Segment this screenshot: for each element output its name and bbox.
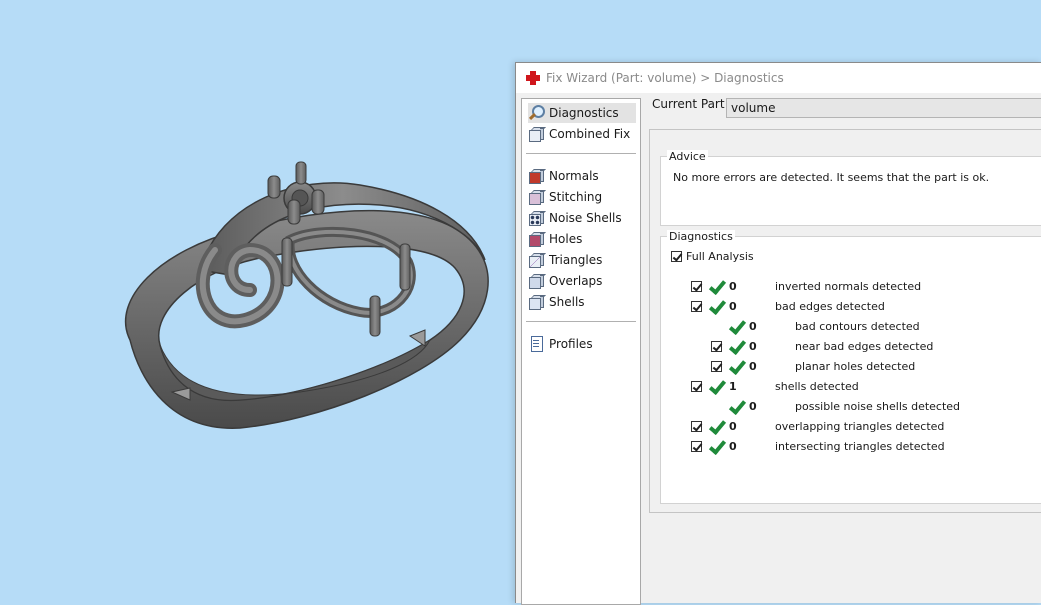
bad-edges-checkbox[interactable]	[691, 301, 702, 312]
row-count: 0	[729, 280, 737, 293]
nav-item-combined-fix[interactable]: Combined Fix	[528, 124, 636, 144]
nav-item-label: Overlaps	[549, 274, 603, 288]
stitching-icon	[528, 189, 546, 205]
row-label: overlapping triangles detected	[775, 420, 945, 433]
nav-item-triangles[interactable]: Triangles	[528, 250, 636, 270]
nav-item-label: Combined Fix	[549, 127, 631, 141]
shells-checkbox[interactable]	[691, 381, 702, 392]
row-label: bad edges detected	[775, 300, 885, 313]
nav-item-holes[interactable]: Holes	[528, 229, 636, 249]
nav-item-overlaps[interactable]: Overlaps	[528, 271, 636, 291]
diagnostics-group: Diagnostics Full Analysis 0 inverted nor…	[660, 230, 1041, 504]
overlaps-icon	[528, 273, 546, 289]
shells-icon	[528, 294, 546, 310]
row-count: 0	[749, 340, 757, 353]
row-label: inverted normals detected	[775, 280, 922, 293]
title-bar: Fix Wizard (Part: volume) > Diagnostics	[516, 63, 1041, 93]
nav-item-label: Stitching	[549, 190, 603, 204]
ok-check-icon	[709, 439, 723, 454]
row-count: 0	[749, 400, 757, 413]
row-count: 0	[749, 320, 757, 333]
triangles-icon	[528, 252, 546, 268]
ok-check-icon	[709, 379, 723, 394]
row-label: planar holes detected	[795, 360, 916, 373]
normals-icon	[528, 168, 546, 184]
advice-title: Advice	[667, 150, 708, 163]
ok-check-icon	[729, 339, 743, 354]
overlapping-triangles-checkbox[interactable]	[691, 421, 702, 432]
row-count: 1	[729, 380, 737, 393]
nav-item-diagnostics[interactable]: Diagnostics	[528, 103, 636, 123]
diagnostics-panel: Advice No more errors are detected. It s…	[649, 129, 1041, 513]
red-cross-app-icon	[526, 71, 540, 85]
current-part-value: volume	[731, 101, 776, 115]
fix-wizard-nav: Diagnostics Combined Fix Normals Stitchi…	[521, 98, 641, 605]
row-count: 0	[729, 300, 737, 313]
window-title: Fix Wizard (Part: volume) > Diagnostics	[546, 71, 784, 85]
noise-shells-icon	[528, 210, 546, 226]
advice-group: Advice No more errors are detected. It s…	[660, 150, 1041, 226]
full-analysis-checkbox[interactable]	[671, 251, 682, 262]
nav-item-label: Shells	[549, 295, 585, 309]
nav-item-label: Holes	[549, 232, 583, 246]
fix-wizard-window: Fix Wizard (Part: volume) > Diagnostics …	[515, 62, 1041, 605]
nav-item-shells[interactable]: Shells	[528, 292, 636, 312]
nav-item-label: Normals	[549, 169, 599, 183]
row-count: 0	[729, 420, 737, 433]
inverted-normals-checkbox[interactable]	[691, 281, 702, 292]
profiles-icon	[528, 336, 544, 352]
nav-item-noise-shells[interactable]: Noise Shells	[528, 208, 636, 228]
row-label: bad contours detected	[795, 320, 920, 333]
ring-model[interactable]	[0, 0, 520, 460]
row-label: intersecting triangles detected	[775, 440, 945, 453]
nav-item-profiles[interactable]: Profiles	[528, 334, 636, 354]
nav-divider	[526, 153, 636, 154]
planar-holes-checkbox[interactable]	[711, 361, 722, 372]
ok-check-icon	[709, 299, 723, 314]
nav-divider	[526, 321, 636, 322]
row-label: near bad edges detected	[795, 340, 934, 353]
row-label: possible noise shells detected	[795, 400, 961, 413]
nav-item-label: Profiles	[549, 337, 593, 351]
diagnostics-title: Diagnostics	[667, 230, 735, 243]
ok-check-icon	[709, 419, 723, 434]
ok-check-icon	[729, 399, 743, 414]
nav-item-normals[interactable]: Normals	[528, 166, 636, 186]
ok-check-icon	[729, 319, 743, 334]
nav-item-label: Diagnostics	[549, 106, 619, 120]
row-label: shells detected	[775, 380, 859, 393]
ok-check-icon	[729, 359, 743, 374]
row-count: 0	[729, 440, 737, 453]
current-part-label: Current Part:	[652, 97, 729, 111]
nav-item-stitching[interactable]: Stitching	[528, 187, 636, 207]
intersecting-triangles-checkbox[interactable]	[691, 441, 702, 452]
advice-text: No more errors are detected. It seems th…	[673, 171, 990, 184]
ok-check-icon	[709, 279, 723, 294]
magnifier-icon	[528, 105, 545, 121]
cube-icon	[528, 126, 546, 142]
nav-item-label: Noise Shells	[549, 211, 622, 225]
nav-item-label: Triangles	[549, 253, 603, 267]
full-analysis-label: Full Analysis	[686, 250, 754, 263]
row-count: 0	[749, 360, 757, 373]
current-part-field[interactable]: volume	[726, 98, 1041, 118]
near-bad-edges-checkbox[interactable]	[711, 341, 722, 352]
holes-icon	[528, 231, 546, 247]
